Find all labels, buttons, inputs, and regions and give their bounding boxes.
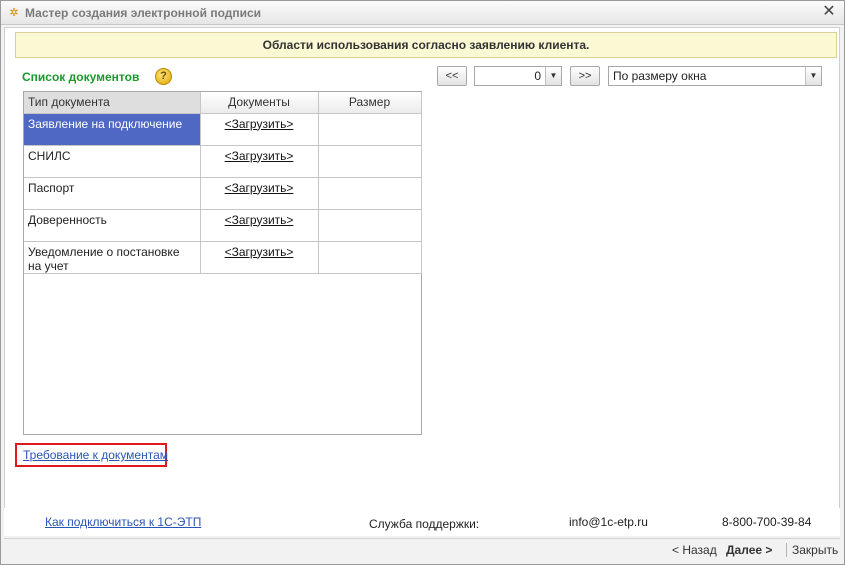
wizard-content: Области использования согласно заявлению… [4, 27, 840, 512]
column-header-size[interactable]: Размер [318, 92, 422, 114]
prev-page-button[interactable]: << [437, 66, 467, 86]
column-header-type[interactable]: Тип документа [24, 92, 201, 114]
table-row[interactable]: СНИЛС <Загрузить> [24, 145, 422, 178]
wizard-window: ✲ Мастер создания электронной подписи ✕ … [0, 0, 845, 565]
documents-table: Тип документа Документы Размер Заявление… [23, 91, 422, 435]
table-row[interactable]: Заявление на подключение <Загрузить> [24, 113, 422, 146]
upload-link[interactable]: <Загрузить> [225, 117, 294, 131]
page-number-field[interactable]: 0 ▼ [474, 66, 562, 86]
usage-banner: Области использования согласно заявлению… [15, 32, 837, 58]
app-icon: ✲ [9, 7, 19, 19]
table-row[interactable]: Паспорт <Загрузить> [24, 177, 422, 210]
documents-list-title: Список документов [22, 70, 140, 84]
button-separator [786, 543, 787, 557]
size-cell [318, 209, 422, 242]
back-button[interactable]: < Назад [672, 543, 717, 557]
close-icon[interactable]: ✕ [820, 3, 838, 21]
upload-link[interactable]: <Загрузить> [225, 149, 294, 163]
window-title: Мастер создания электронной подписи [25, 6, 262, 20]
page-number-value: 0 [534, 69, 541, 83]
table-row[interactable]: Доверенность <Загрузить> [24, 209, 422, 242]
size-cell [318, 145, 422, 178]
zoom-select[interactable]: По размеру окна ▼ [608, 66, 822, 86]
column-header-documents[interactable]: Документы [200, 92, 319, 114]
requirements-link[interactable]: Требование к документам [23, 448, 168, 462]
chevron-down-icon[interactable]: ▼ [805, 67, 821, 85]
how-to-connect-link[interactable]: Как подключиться к 1С-ЭТП [45, 515, 201, 529]
table-row[interactable]: Уведомление о постановке на учет <Загруз… [24, 241, 422, 274]
size-cell [318, 241, 422, 274]
upload-link[interactable]: <Загрузить> [225, 181, 294, 195]
document-type-cell[interactable]: Паспорт [24, 177, 201, 210]
title-bar: ✲ Мастер создания электронной подписи ✕ [1, 1, 844, 25]
chevron-down-icon[interactable]: ▼ [545, 67, 561, 85]
document-type-cell[interactable]: СНИЛС [24, 145, 201, 178]
support-email: info@1c-etp.ru [569, 515, 648, 529]
document-type-cell[interactable]: Заявление на подключение [24, 113, 201, 146]
document-type-cell[interactable]: Уведомление о постановке на учет [24, 241, 201, 274]
size-cell [318, 113, 422, 146]
document-type-cell[interactable]: Доверенность [24, 209, 201, 242]
upload-link[interactable]: <Загрузить> [225, 213, 294, 227]
close-button[interactable]: Закрыть [792, 543, 838, 557]
support-phone: 8-800-700-39-84 [722, 515, 812, 529]
divider [4, 538, 840, 539]
next-button[interactable]: Далее > [726, 543, 772, 557]
next-page-button[interactable]: >> [570, 66, 600, 86]
table-header-row: Тип документа Документы Размер [24, 92, 422, 114]
upload-link[interactable]: <Загрузить> [225, 245, 294, 259]
zoom-value: По размеру окна [613, 69, 707, 83]
support-label: Служба поддержки: [369, 517, 480, 531]
help-icon[interactable]: ? [155, 68, 172, 85]
size-cell [318, 177, 422, 210]
